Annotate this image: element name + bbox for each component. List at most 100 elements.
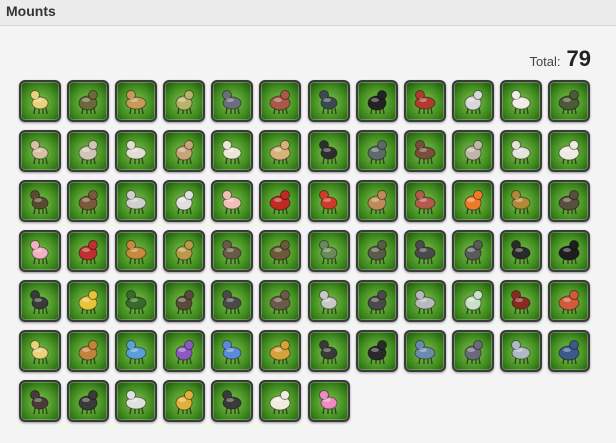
mount-tile[interactable]: [115, 130, 158, 172]
red-dragon-mount-icon: [269, 90, 291, 115]
insect-mount-icon: [78, 190, 99, 215]
mount-tile[interactable]: [499, 130, 542, 172]
mount-tile[interactable]: [355, 180, 398, 222]
mount-tile[interactable]: [163, 180, 206, 222]
mount-tile[interactable]: [259, 380, 302, 422]
mount-tile[interactable]: [211, 180, 254, 222]
mount-tile[interactable]: [451, 280, 494, 322]
mount-tile[interactable]: [163, 80, 206, 122]
mount-tile[interactable]: [211, 230, 254, 272]
white-wolf-mount-icon: [125, 390, 147, 415]
mount-tile[interactable]: [307, 130, 350, 172]
mount-tile[interactable]: [19, 180, 61, 222]
scorpion-mount-icon: [269, 240, 291, 265]
pink-egg-mount-icon: [318, 390, 338, 415]
mount-tile[interactable]: [163, 280, 206, 322]
mount-tile[interactable]: [355, 80, 398, 122]
mount-tile[interactable]: [115, 80, 158, 122]
mount-tile[interactable]: [163, 380, 206, 422]
mount-tile[interactable]: [355, 130, 398, 172]
mount-tile[interactable]: [451, 330, 494, 372]
mount-tile[interactable]: [19, 380, 61, 422]
mount-tile[interactable]: [163, 130, 206, 172]
mount-tile[interactable]: [499, 230, 542, 272]
mount-tile[interactable]: [307, 230, 350, 272]
lamp-mount-icon: [367, 190, 387, 215]
mount-tile[interactable]: [548, 230, 591, 272]
mount-tile[interactable]: [307, 280, 350, 322]
mount-tile[interactable]: [67, 230, 110, 272]
mount-tile[interactable]: [211, 280, 254, 322]
mount-tile[interactable]: [19, 230, 61, 272]
mount-tile[interactable]: [403, 280, 446, 322]
mount-tile[interactable]: [307, 330, 350, 372]
mount-tile[interactable]: [259, 330, 302, 372]
mount-tile[interactable]: [211, 330, 254, 372]
mount-tile[interactable]: [451, 180, 494, 222]
mount-tile[interactable]: [211, 130, 254, 172]
mount-tile[interactable]: [163, 230, 206, 272]
mount-tile[interactable]: [451, 230, 494, 272]
mount-tile[interactable]: [67, 180, 110, 222]
mount-tile[interactable]: [19, 330, 61, 372]
blue-pegasus-mount-icon: [222, 340, 242, 365]
mount-tile[interactable]: [67, 330, 110, 372]
mount-tile[interactable]: [259, 130, 302, 172]
mount-tile[interactable]: [19, 80, 61, 122]
mount-tile[interactable]: [307, 380, 350, 422]
elephant-mount-icon: [78, 140, 99, 165]
brown-horse-mount-icon: [78, 340, 99, 365]
magpie-mount-icon: [175, 190, 195, 215]
fire-bird-mount-icon: [318, 190, 338, 215]
mount-tile[interactable]: [259, 230, 302, 272]
mount-tile[interactable]: [211, 80, 254, 122]
big-frog-mount-icon: [318, 240, 338, 265]
mount-tile[interactable]: [307, 180, 350, 222]
mount-tile[interactable]: [355, 280, 398, 322]
mount-tile[interactable]: [451, 80, 494, 122]
mount-tile[interactable]: [548, 180, 591, 222]
mount-tile[interactable]: [211, 380, 254, 422]
mount-tile[interactable]: [548, 280, 591, 322]
mount-tile[interactable]: [355, 330, 398, 372]
horse-mount-icon: [269, 140, 291, 165]
mount-tile[interactable]: [259, 80, 302, 122]
mount-tile[interactable]: [403, 330, 446, 372]
mount-tile[interactable]: [115, 180, 158, 222]
mount-tile[interactable]: [163, 330, 206, 372]
crocodile-mount-icon: [367, 140, 387, 165]
total-label: Total:: [529, 54, 561, 69]
yellow-unicorn-mount-icon: [30, 340, 49, 365]
mount-tile[interactable]: [499, 180, 542, 222]
mount-tile[interactable]: [499, 80, 542, 122]
mount-tile[interactable]: [548, 330, 591, 372]
mount-tile[interactable]: [451, 130, 494, 172]
mount-tile[interactable]: [307, 80, 350, 122]
mount-tile[interactable]: [403, 180, 446, 222]
mount-tile[interactable]: [403, 130, 446, 172]
mount-tile[interactable]: [548, 130, 591, 172]
kaiju-mount-icon: [175, 290, 195, 315]
mount-tile[interactable]: [115, 380, 158, 422]
mount-tile[interactable]: [115, 330, 158, 372]
mount-tile[interactable]: [115, 230, 158, 272]
mount-tile[interactable]: [355, 230, 398, 272]
mount-tile[interactable]: [19, 280, 61, 322]
mount-tile[interactable]: [67, 130, 110, 172]
spiky-beast-mount-icon: [222, 240, 242, 265]
mount-tile[interactable]: [403, 80, 446, 122]
mount-tile[interactable]: [259, 180, 302, 222]
mount-tile[interactable]: [548, 80, 591, 122]
mount-tile[interactable]: [499, 280, 542, 322]
mount-tile[interactable]: [19, 130, 61, 172]
beast-mount-icon: [318, 90, 338, 115]
mount-tile[interactable]: [115, 280, 158, 322]
mount-tile[interactable]: [67, 280, 110, 322]
mount-tile[interactable]: [67, 80, 110, 122]
mount-tile[interactable]: [259, 280, 302, 322]
white-tiger-mount-icon: [464, 90, 483, 115]
mount-tile[interactable]: [403, 230, 446, 272]
mount-tile[interactable]: [67, 380, 110, 422]
golden-dragon-mount-icon: [175, 390, 195, 415]
mount-tile[interactable]: [499, 330, 542, 372]
